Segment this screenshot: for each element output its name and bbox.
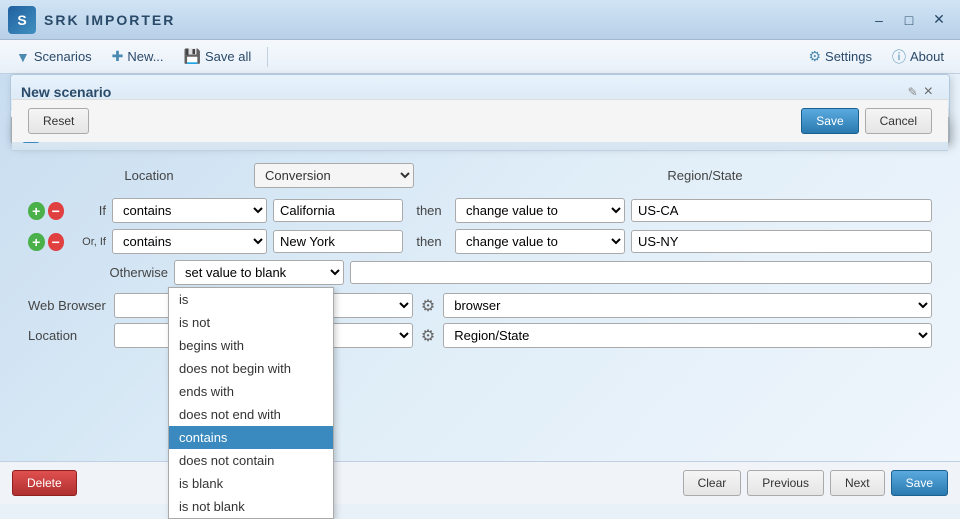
dropdown-item-is-not[interactable]: is not	[169, 311, 333, 334]
menu-bar: ▼ Scenarios ✚ New... 💾 Save all ⚙ Settin…	[0, 40, 960, 74]
cancel-button[interactable]: Cancel	[865, 108, 932, 134]
reset-button[interactable]: Reset	[28, 108, 89, 134]
save-dialog-button[interactable]: Save	[801, 108, 858, 134]
dropdown-item-ends-with[interactable]: ends with	[169, 380, 333, 403]
save-page-button[interactable]: Save	[891, 470, 948, 496]
otherwise-result-select[interactable]: set value to blank	[174, 260, 344, 285]
new-menu[interactable]: ✚ New...	[104, 44, 172, 69]
dialog-body: Location Conversion Region/State + − If	[12, 151, 948, 365]
region-header: Region/State	[434, 168, 896, 183]
add-row-1-button[interactable]: +	[28, 202, 45, 220]
new-label: New...	[127, 49, 163, 64]
conversion-select[interactable]: Conversion	[254, 163, 414, 188]
web-browser-row: Web Browser ⚙ browser	[28, 293, 932, 318]
row-2-result-select[interactable]: change value to	[455, 229, 625, 254]
page-footer: Delete Clear Previous Next Save	[0, 461, 960, 504]
about-label: About	[910, 49, 944, 64]
dropdown-item-contains[interactable]: contains	[169, 426, 333, 449]
scenarios-icon: ▼	[16, 49, 30, 65]
scenario-panel: New scenario ✎ × Input Source Output Des…	[10, 74, 950, 144]
column-headers: Location Conversion Region/State	[28, 163, 932, 188]
row-2-value-input[interactable]	[273, 230, 403, 253]
new-icon: ✚	[112, 48, 124, 65]
dropdown-item-is-not-blank[interactable]: is not blank	[169, 495, 333, 518]
app-logo: S	[8, 6, 36, 34]
otherwise-label: Otherwise	[108, 265, 168, 280]
add-row-2-button[interactable]: +	[28, 233, 45, 251]
save-all-menu[interactable]: 💾 Save all	[176, 44, 260, 69]
scenarios-menu[interactable]: ▼ Scenarios	[8, 45, 100, 69]
edit-scenario-icon[interactable]: ✎	[908, 85, 918, 99]
dialog-footer: Reset Save Cancel	[12, 99, 948, 142]
configure-dialog: S Configure transformation × Location Co…	[11, 117, 949, 143]
row-1-connector: If	[70, 203, 106, 218]
row-2-condition-select[interactable]: contains	[112, 229, 267, 254]
about-menu[interactable]: ⓘ About	[884, 43, 952, 71]
main-area: New scenario ✎ × Input Source Output Des…	[0, 74, 960, 504]
remove-row-2-button[interactable]: −	[48, 233, 65, 251]
delete-button[interactable]: Delete	[12, 470, 77, 496]
footer-right-buttons: Save Cancel	[801, 108, 932, 134]
dropdown-item-does-not-end[interactable]: does not end with	[169, 403, 333, 426]
save-all-label: Save all	[205, 49, 251, 64]
about-icon: ⓘ	[892, 47, 906, 67]
otherwise-row: Otherwise set value to blank	[28, 260, 932, 285]
dropdown-item-is-blank[interactable]: is blank	[169, 472, 333, 495]
location-header: Location	[64, 168, 234, 183]
close-button[interactable]: ✕	[926, 9, 952, 31]
save-icon: 💾	[184, 48, 201, 65]
row-2-controls: + −	[28, 233, 64, 251]
remove-row-1-button[interactable]: −	[48, 202, 65, 220]
row-2-result-input[interactable]	[631, 230, 932, 253]
condition-dropdown: is is not begins with does not begin wit…	[168, 287, 334, 519]
otherwise-result-input[interactable]	[350, 261, 932, 284]
settings-label: Settings	[825, 49, 872, 64]
menu-right: ⚙ Settings ⓘ About	[800, 43, 952, 71]
dropdown-item-does-not-contain[interactable]: does not contain	[169, 449, 333, 472]
settings-menu[interactable]: ⚙ Settings	[800, 44, 880, 69]
row-2-then-label: then	[409, 234, 449, 249]
dropdown-item-does-not-begin[interactable]: does not begin with	[169, 357, 333, 380]
row-1-value-input[interactable]	[273, 199, 403, 222]
clear-button[interactable]: Clear	[683, 470, 742, 496]
location-row: Location ⚙ Region/State	[28, 323, 932, 348]
scenarios-label: Scenarios	[34, 49, 92, 64]
row-1-result-input[interactable]	[631, 199, 932, 222]
app-name: SRK IMPORTER	[44, 12, 866, 28]
previous-button[interactable]: Previous	[747, 470, 824, 496]
web-browser-label: Web Browser	[28, 298, 108, 313]
row-1-condition-select[interactable]: contains	[112, 198, 267, 223]
dropdown-item-begins-with[interactable]: begins with	[169, 334, 333, 357]
next-button[interactable]: Next	[830, 470, 885, 496]
dropdown-item-is[interactable]: is	[169, 288, 333, 311]
settings-icon: ⚙	[808, 48, 821, 65]
window-controls: – □ ✕	[866, 9, 952, 31]
conversion-header: Conversion	[234, 163, 434, 188]
row-1-controls: + −	[28, 202, 64, 220]
location-gear-icon[interactable]: ⚙	[419, 324, 437, 348]
bottom-rows: Web Browser ⚙ browser Location ⚙ Region/…	[28, 293, 932, 348]
row-2-connector: Or, If	[70, 236, 106, 248]
scenario-title: New scenario	[21, 84, 902, 100]
condition-row-2: + − Or, If contains then change value to	[28, 229, 932, 254]
page-footer-right: Clear Previous Next Save	[683, 470, 948, 496]
title-bar: S SRK IMPORTER – □ ✕	[0, 0, 960, 40]
menu-separator	[267, 47, 268, 67]
location-label: Location	[28, 328, 108, 343]
web-browser-gear-icon[interactable]: ⚙	[419, 294, 437, 318]
condition-row-1: + − If contains then change value to	[28, 198, 932, 223]
web-browser-target-select[interactable]: browser	[443, 293, 932, 318]
row-1-then-label: then	[409, 203, 449, 218]
location-target-select[interactable]: Region/State	[443, 323, 932, 348]
minimize-button[interactable]: –	[866, 9, 892, 31]
row-1-result-select[interactable]: change value to	[455, 198, 625, 223]
maximize-button[interactable]: □	[896, 9, 922, 31]
